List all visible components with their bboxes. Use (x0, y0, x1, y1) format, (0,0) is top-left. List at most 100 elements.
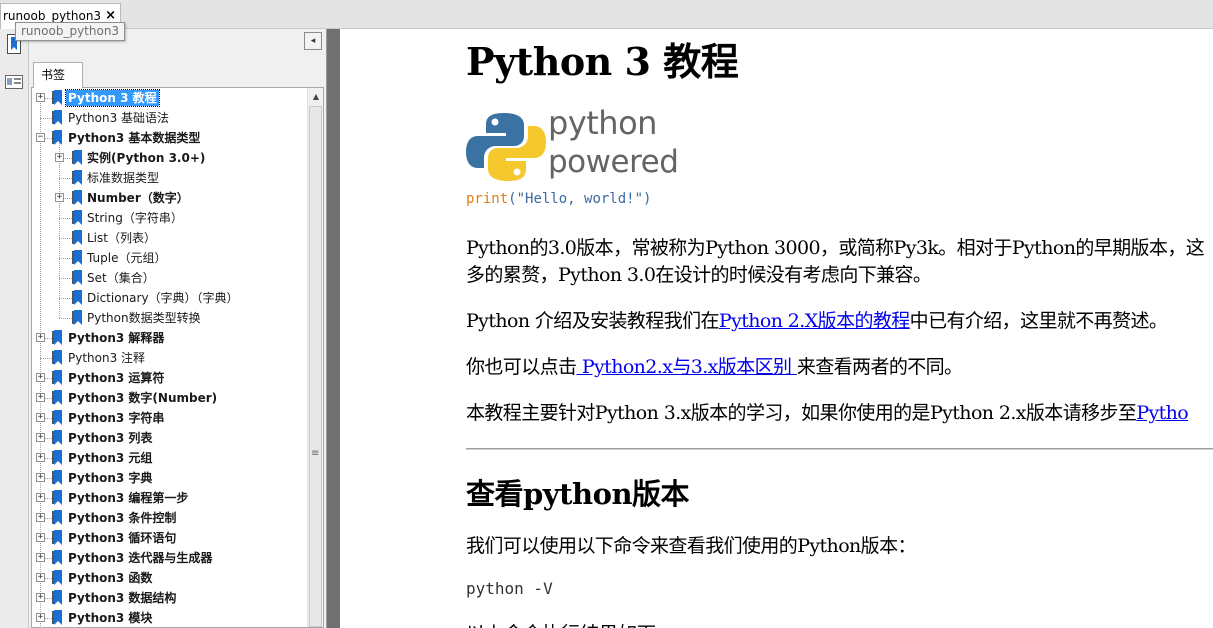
navigation-icon-strip (0, 29, 29, 628)
bookmark-icon (52, 510, 62, 525)
page-title: Python 3 教程 (466, 39, 739, 84)
page-thumbnails-icon (4, 74, 23, 89)
bookmark-item[interactable]: + Python3 条件控制 (32, 508, 308, 528)
expand-icon[interactable]: + (36, 613, 45, 622)
document-view[interactable]: Python 3 教程 python powered print("Hello,… (340, 29, 1213, 628)
bookmark-item[interactable]: + Number（数字） (32, 188, 308, 208)
bookmark-label: Python3 基础语法 (68, 111, 170, 125)
expand-icon[interactable]: + (36, 493, 45, 502)
version-diff-link[interactable]: Python2.x与3.x版本区别 (576, 356, 796, 378)
expand-icon[interactable]: + (36, 533, 45, 542)
panel-splitter[interactable] (326, 29, 340, 628)
tab-bookmarks[interactable]: 书签 (33, 62, 83, 88)
bookmark-item[interactable]: + Python3 函数 (32, 568, 308, 588)
bookmark-label: Python3 字典 (68, 471, 153, 485)
bookmark-label: Python3 解释器 (68, 331, 165, 345)
bookmark-icon (52, 130, 62, 145)
bookmark-label: Python3 迭代器与生成器 (68, 551, 213, 565)
bookmark-item[interactable]: Python数据类型转换 (32, 308, 308, 328)
bookmark-label: Python3 字符串 (68, 411, 165, 425)
bookmark-icon (52, 550, 62, 565)
bookmark-item[interactable]: Python3 基础语法 (32, 108, 308, 128)
python-logo-icon (466, 113, 546, 181)
collapse-panel-button[interactable]: ◂ (304, 32, 322, 50)
python2-link[interactable]: Pytho (1136, 402, 1188, 424)
expand-icon[interactable]: + (36, 593, 45, 602)
bookmark-item[interactable]: + Python 3 教程 (32, 88, 308, 108)
scroll-thumb[interactable] (309, 106, 322, 627)
expand-icon[interactable]: + (55, 153, 64, 162)
bookmark-icon (72, 230, 82, 245)
bookmark-icon (52, 370, 62, 385)
bookmark-icon (72, 250, 82, 265)
bookmark-icon (52, 410, 62, 425)
bookmark-icon (52, 570, 62, 585)
expand-icon[interactable]: + (55, 193, 64, 202)
bookmark-item[interactable]: Tuple（元组） (32, 248, 308, 268)
bookmark-icon (52, 350, 62, 365)
install-text-before: Python 介绍及安装教程我们在 (466, 310, 720, 332)
scope-text: 本教程主要针对Python 3.x版本的学习，如果你使用的是Python 2.x… (466, 402, 1137, 424)
bookmark-item[interactable]: + Python3 字典 (32, 468, 308, 488)
tree-scrollbar[interactable]: ▲ (307, 88, 323, 627)
expand-icon[interactable]: + (36, 333, 45, 342)
bookmark-tree: ▲ + Python 3 教程 Python3 基础语法 − Python3 基本数据类… (31, 87, 324, 628)
bookmark-label: Python3 数据结构 (68, 591, 177, 605)
bookmark-label: Python3 元组 (68, 451, 153, 465)
bookmark-item[interactable]: + Python3 列表 (32, 428, 308, 448)
bookmark-label: Python3 注释 (68, 351, 146, 365)
bookmark-label: 实例(Python 3.0+) (87, 151, 206, 165)
bookmark-item[interactable]: String（字符串） (32, 208, 308, 228)
bookmark-label: Set（集合） (87, 271, 155, 285)
splitter-grip-icon[interactable]: ≡ (311, 448, 319, 459)
bookmark-item[interactable]: + Python3 数据结构 (32, 588, 308, 608)
bookmark-item[interactable]: Dictionary（字典）（字典） (32, 288, 308, 308)
bookmark-item[interactable]: + Python3 元组 (32, 448, 308, 468)
thumbnails-pane-button[interactable] (3, 71, 24, 92)
bookmark-item[interactable]: + Python3 循环语句 (32, 528, 308, 548)
bookmark-item[interactable]: List（列表） (32, 228, 308, 248)
bookmark-item[interactable]: + Python3 字符串 (32, 408, 308, 428)
bookmark-item[interactable]: − Python3 基本数据类型 (32, 128, 308, 148)
expand-icon[interactable]: + (36, 413, 45, 422)
bookmark-label: Number（数字） (87, 191, 189, 205)
bookmark-item[interactable]: + 实例(Python 3.0+) (32, 148, 308, 168)
expand-icon[interactable]: + (36, 573, 45, 582)
collapse-icon[interactable]: − (36, 133, 45, 142)
bookmark-label: Python3 循环语句 (68, 531, 177, 545)
scroll-up-icon[interactable]: ▲ (308, 88, 323, 105)
expand-icon[interactable]: + (36, 393, 45, 402)
bookmark-item[interactable]: + Python3 编程第一步 (32, 488, 308, 508)
bookmark-item[interactable]: + Python3 解释器 (32, 328, 308, 348)
bookmark-label: 标准数据类型 (87, 171, 160, 185)
expand-icon[interactable]: + (36, 373, 45, 382)
bookmark-label: String（字符串） (87, 211, 183, 225)
intro-line-2: 多的累赘，Python 3.0在设计的时候没有考虑向下兼容。 (466, 264, 932, 286)
tab-tooltip: runoob_python3 (15, 22, 126, 41)
bookmark-icon (52, 530, 62, 545)
bookmark-item[interactable]: Set（集合） (32, 268, 308, 288)
bookmark-label: List（列表） (87, 231, 156, 245)
bookmark-item[interactable]: 标准数据类型 (32, 168, 308, 188)
version-paragraph: 我们可以使用以下命令来查看我们使用的Python版本： (466, 535, 916, 557)
bookmark-icon (72, 190, 82, 205)
expand-icon[interactable]: + (36, 513, 45, 522)
bookmark-item[interactable]: + Python3 运算符 (32, 368, 308, 388)
bookmark-label: Dictionary（字典）（字典） (87, 291, 239, 305)
bookmark-icon (52, 610, 62, 625)
bookmark-icon (72, 270, 82, 285)
expand-icon[interactable]: + (36, 473, 45, 482)
intro-paragraph: Python的3.0版本，常被称为Python 3000，或简称Py3k。相对于… (466, 235, 1205, 289)
bookmark-icon (52, 450, 62, 465)
expand-icon[interactable]: + (36, 553, 45, 562)
bookmark-item[interactable]: + Python3 数字(Number) (32, 388, 308, 408)
bookmark-item[interactable]: Python3 注释 (32, 348, 308, 368)
bookmark-item[interactable]: + Python3 模块 (32, 608, 308, 627)
expand-icon[interactable]: + (36, 453, 45, 462)
expand-icon[interactable]: + (36, 93, 45, 102)
bookmark-item[interactable]: + Python3 迭代器与生成器 (32, 548, 308, 568)
bookmark-label: Python3 基本数据类型 (68, 131, 201, 145)
expand-icon[interactable]: + (36, 433, 45, 442)
bookmark-icon (52, 110, 62, 125)
python2-tutorial-link[interactable]: Python 2.X版本的教程 (719, 310, 910, 332)
